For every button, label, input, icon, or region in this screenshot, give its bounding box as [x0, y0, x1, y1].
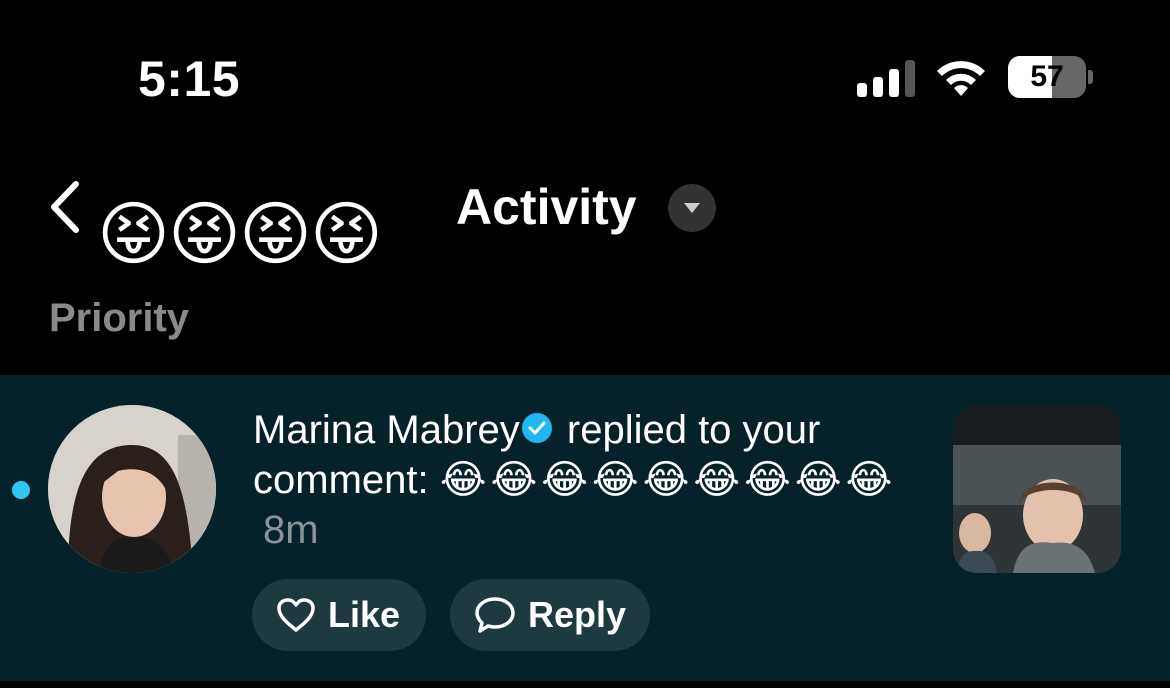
activity-screen: 5:15 57 😝😝😝😝 Activity Priority Marina Ma… [0, 0, 1170, 688]
cellular-signal-icon [857, 60, 915, 97]
reply-button[interactable]: Reply [450, 579, 650, 651]
unread-indicator [12, 481, 30, 499]
notification-message: Marina Mabrey replied to your comment: 😂… [253, 405, 913, 555]
battery-level: 57 [1030, 60, 1064, 93]
status-time: 5:15 [138, 51, 241, 107]
activity-dropdown-button[interactable] [668, 184, 716, 232]
comment-emojis: 😂😂😂😂😂😂😂😂😂 [439, 458, 897, 502]
heart-icon [277, 598, 315, 632]
battery-cap [1088, 70, 1093, 84]
status-bar: 5:15 57 [0, 0, 1170, 150]
thumbnail-image [953, 405, 1121, 573]
avatar-image [48, 405, 216, 573]
reply-label: Reply [528, 594, 627, 635]
header-emojis: 😝😝😝😝 [97, 195, 383, 273]
avatar[interactable] [48, 405, 216, 573]
verified-badge-icon [521, 413, 552, 444]
page-title[interactable]: Activity [456, 178, 637, 236]
like-label: Like [328, 594, 401, 635]
caret-down-icon [684, 203, 700, 213]
wifi-icon [937, 61, 985, 96]
notification-time: 8m [263, 508, 319, 552]
notification-item[interactable]: Marina Mabrey replied to your comment: 😂… [0, 375, 1170, 681]
video-thumbnail[interactable] [953, 405, 1121, 573]
user-name[interactable]: Marina Mabrey [253, 408, 520, 452]
section-label-priority: Priority [49, 296, 190, 340]
like-button[interactable]: Like [252, 579, 426, 651]
battery-icon: 57 [1008, 56, 1086, 98]
speech-bubble-icon [475, 597, 515, 633]
chevron-left-icon[interactable] [44, 180, 88, 234]
